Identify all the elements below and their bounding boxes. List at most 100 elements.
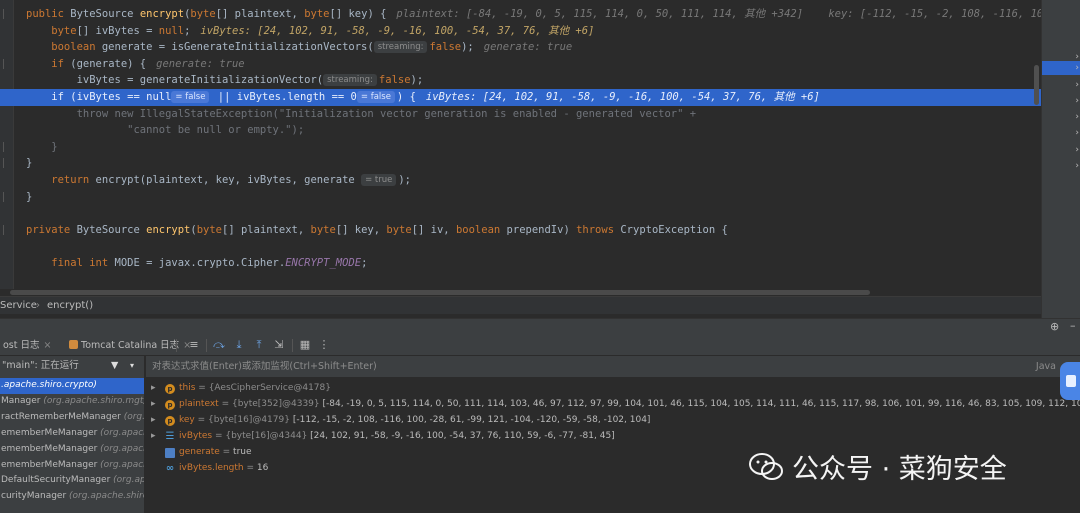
- code-line[interactable]: [0, 272, 1041, 289]
- array-icon: ☰: [165, 430, 175, 442]
- code-line[interactable]: return encrypt(plaintext, key, ivBytes, …: [0, 172, 1041, 189]
- expand-arrow-icon[interactable]: ▸: [151, 429, 156, 445]
- expand-arrow-icon[interactable]: ▸: [151, 397, 156, 413]
- stack-frame[interactable]: Manager (org.apache.shiro.mgt): [0, 394, 145, 410]
- tab-tomcat-log[interactable]: Tomcat Catalina 日志 ×: [66, 335, 194, 356]
- code-editor[interactable]: public ByteSource encrypt(byte[] plainte…: [0, 0, 1041, 296]
- variable-row[interactable]: ▸ p plaintext = {byte[352]@4339} [-84, -19…: [146, 397, 1080, 413]
- inline-hint-chip: = false: [171, 91, 210, 103]
- step-out-icon[interactable]: ⤒: [252, 338, 266, 352]
- more-options-icon[interactable]: ⋮: [317, 338, 331, 352]
- code-line[interactable]: [0, 238, 1041, 255]
- assistant-bubble-icon[interactable]: [1060, 362, 1080, 400]
- variable-row[interactable]: ▸ p this = {AesCipherService@4178}: [146, 381, 1080, 397]
- strip-row-selected[interactable]: ›: [1042, 61, 1080, 75]
- primitive-icon: [165, 447, 175, 458]
- code-token: encrypt: [139, 8, 185, 20]
- dropdown-icon[interactable]: ▾: [130, 356, 134, 376]
- variable-name: ivBytes: [179, 430, 213, 441]
- code-line[interactable]: [0, 205, 1041, 222]
- chevron-right-icon: ›: [1075, 63, 1079, 73]
- code-line[interactable]: }: [0, 189, 1041, 206]
- tab-host-log[interactable]: ost 日志 ×: [0, 335, 54, 356]
- code-token: private: [26, 223, 77, 236]
- evaluate-expression-input[interactable]: 对表达式求值(Enter)或添加监视(Ctrl+Shift+Enter) Jav…: [146, 356, 1080, 378]
- filter-icon[interactable]: ▼: [111, 356, 118, 376]
- expand-arrow-icon[interactable]: ▸: [151, 413, 156, 429]
- settings-gear-icon[interactable]: ⊕: [1050, 320, 1059, 333]
- code-line[interactable]: public ByteSource encrypt(byte[] plainte…: [0, 6, 1041, 23]
- stack-frame[interactable]: ractRememberMeManager (org.apache.shiro.…: [0, 410, 144, 426]
- evaluate-icon[interactable]: ▦: [298, 338, 312, 352]
- variable-name: key: [179, 414, 195, 425]
- stack-frame[interactable]: ememberMeManager (org.apache.shiro.mgt): [0, 442, 144, 458]
- code-line[interactable]: boolean generate = isGenerateInitializat…: [0, 39, 1041, 56]
- code-token: (generate) {: [70, 57, 147, 70]
- frame-package: (org.apache.shiro.mgt): [43, 395, 145, 406]
- expand-arrow-icon[interactable]: ▸: [151, 381, 156, 397]
- frame-package: (org.apache.shiro.mgt): [100, 427, 144, 438]
- chevron-right-icon: ›: [1075, 161, 1079, 171]
- code-line[interactable]: private ByteSource encrypt(byte[] plaint…: [0, 222, 1041, 239]
- variable-text: generate = true: [179, 445, 252, 461]
- code-line[interactable]: final int MODE = javax.crypto.Cipher.ENC…: [0, 255, 1041, 272]
- stack-frame[interactable]: ememberMeManager (org.apache.shiro.mgt): [0, 426, 144, 442]
- strip-row[interactable]: ›: [1042, 94, 1080, 108]
- code-token: encrypt: [146, 223, 191, 236]
- code-line[interactable]: }: [0, 139, 1041, 156]
- code-token: false: [429, 41, 462, 54]
- code-token: }: [26, 140, 58, 153]
- stack-frame[interactable]: DefaultSecurityManager (org.apache.shiro…: [0, 473, 144, 489]
- breadcrumb: Service › encrypt(): [0, 296, 1041, 314]
- frame-package: (org.apache.shiro.mgt): [69, 491, 144, 502]
- code-token: if: [26, 57, 71, 70]
- code-text: if (ivBytes == null = false || ivBytes.le…: [26, 89, 820, 106]
- variable-name: ivBytes.length: [179, 462, 244, 473]
- code-text: }: [26, 139, 58, 156]
- run-to-cursor-icon[interactable]: ⇲: [272, 338, 286, 352]
- thread-selector[interactable]: "main": 正在运行 ▼ ▾: [0, 356, 144, 376]
- strip-row[interactable]: ›: [1042, 78, 1080, 92]
- scrollbar-thumb[interactable]: [10, 290, 870, 295]
- code-line[interactable]: }: [0, 155, 1041, 172]
- close-icon[interactable]: ×: [44, 340, 52, 351]
- variable-type: = {AesCipherService@4178}: [195, 383, 331, 393]
- variable-name: plaintext: [179, 398, 219, 409]
- inline-debug-value: ivBytes: [24, 102, 91, -58, -9, -16, 100…: [425, 91, 820, 103]
- tab-label: Tomcat Catalina 日志: [81, 340, 180, 351]
- breadcrumb-method[interactable]: encrypt(): [47, 297, 93, 314]
- strip-row[interactable]: ›: [1042, 143, 1080, 157]
- stack-frame-selected[interactable]: .apache.shiro.crypto): [0, 378, 144, 394]
- breadcrumb-class[interactable]: Service: [0, 297, 37, 314]
- chevron-right-icon: ›: [1075, 80, 1079, 90]
- code-token: throw new IllegalStateException("Initial…: [26, 107, 697, 120]
- strip-row[interactable]: ›: [1042, 110, 1080, 124]
- stack-frame[interactable]: ememberMeManager (org.apache.shiro.mgt): [0, 458, 144, 474]
- step-over-icon[interactable]: ⤼: [212, 338, 226, 352]
- variable-row[interactable]: ▸ ☰ ivBytes = {byte[16]@4344} [24, 102, 91…: [146, 429, 1080, 445]
- code-token: [] ivBytes =: [76, 24, 159, 37]
- chevron-right-icon: ›: [1075, 128, 1079, 138]
- code-line[interactable]: byte[] ivBytes = null; ivBytes: [24, 102,…: [0, 23, 1041, 40]
- step-into-icon[interactable]: ⤓: [232, 338, 246, 352]
- code-line[interactable]: ivBytes = generateInitializationVector(s…: [0, 72, 1041, 89]
- code-line[interactable]: "cannot be null or empty.");: [0, 122, 1041, 139]
- console-icon[interactable]: ≡: [187, 338, 201, 352]
- strip-row[interactable]: ›: [1042, 159, 1080, 173]
- variable-row[interactable]: ▸ p key = {byte[16]@4179} [-112, -15, -2, …: [146, 413, 1080, 429]
- stack-frame[interactable]: curityManager (org.apache.shiro.mgt): [0, 489, 144, 505]
- code-line[interactable]: if (generate) {generate: true: [0, 56, 1041, 73]
- code-token: );: [410, 74, 424, 87]
- code-token: null: [146, 91, 172, 103]
- horizontal-scrollbar[interactable]: [0, 289, 1041, 296]
- frame-class: ractRememberMeManager: [1, 411, 124, 422]
- code-line[interactable]: throw new IllegalStateException("Initial…: [0, 106, 1041, 123]
- frame-class: DefaultSecurityManager: [1, 475, 114, 486]
- vertical-scrollbar-thumb[interactable]: [1034, 65, 1039, 105]
- strip-row[interactable]: ›: [1042, 126, 1080, 140]
- language-selector[interactable]: Java: [1036, 356, 1056, 378]
- code-line-current[interactable]: if (ivBytes == null = false || ivBytes.le…: [0, 89, 1041, 106]
- inline-hint-chip: streaming:: [323, 74, 377, 87]
- code-text: "cannot be null or empty.");: [26, 122, 304, 139]
- minimize-icon[interactable]: –: [1070, 319, 1076, 332]
